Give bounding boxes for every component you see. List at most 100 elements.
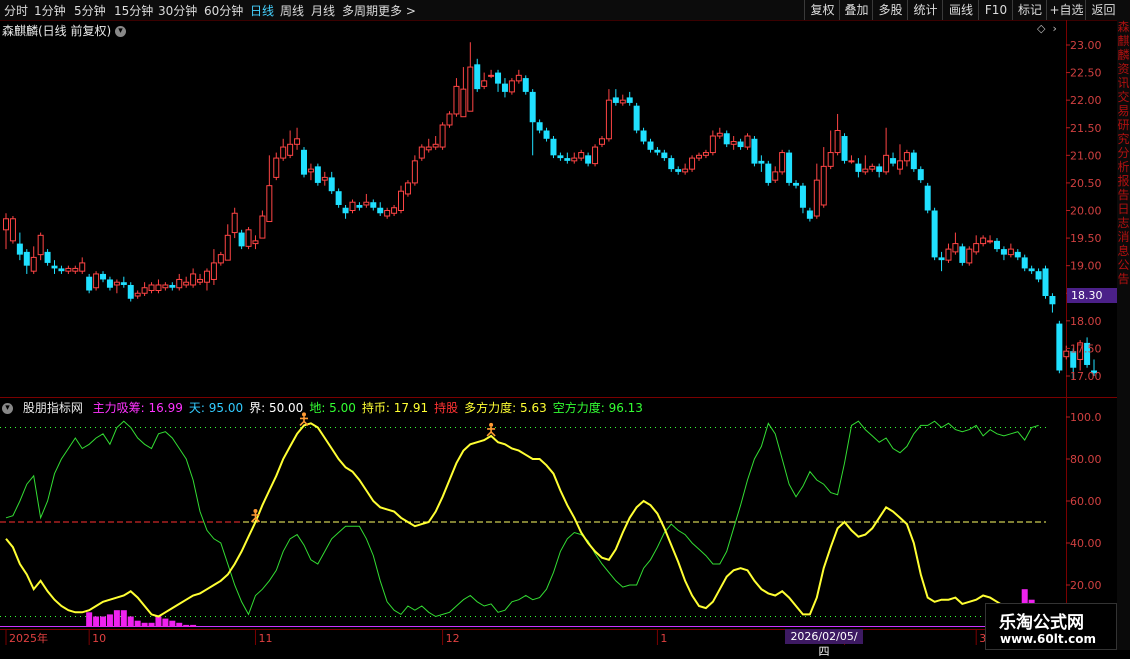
candle-body bbox=[820, 165, 827, 206]
candle-body bbox=[876, 166, 883, 172]
candle-body bbox=[100, 273, 107, 280]
signal-marker-icon bbox=[486, 422, 496, 437]
candle-body bbox=[58, 268, 65, 272]
price-panel-title[interactable]: 森麒麟(日线 前复权) ▾ bbox=[2, 22, 127, 39]
dropdown-icon[interactable]: ▾ bbox=[115, 26, 127, 37]
candle-body bbox=[141, 287, 148, 294]
candle bbox=[3, 213, 9, 250]
volume-bar bbox=[190, 624, 197, 627]
candle bbox=[820, 147, 827, 208]
candle bbox=[37, 232, 44, 261]
indicator-name[interactable]: 股朋指标网 bbox=[23, 401, 83, 415]
candle-body bbox=[1049, 296, 1056, 305]
candle-body bbox=[217, 254, 224, 264]
candle bbox=[23, 249, 30, 274]
indicator-value-6: 多方力度: 5.63 bbox=[464, 401, 547, 415]
candle bbox=[1028, 265, 1035, 274]
candle bbox=[945, 243, 952, 263]
volume-bar bbox=[169, 620, 176, 627]
candle-body bbox=[890, 158, 897, 164]
candle bbox=[640, 127, 647, 145]
candle bbox=[266, 155, 273, 223]
side-tab-6[interactable]: 易 bbox=[1117, 104, 1130, 118]
price-tick-label: 20.50 bbox=[1070, 177, 1102, 190]
candle bbox=[93, 271, 100, 291]
volume-bar bbox=[148, 622, 155, 627]
side-tab-18[interactable]: 告 bbox=[1117, 272, 1130, 286]
date-label: 12 bbox=[446, 632, 460, 645]
side-tab-3[interactable]: 资 bbox=[1117, 62, 1130, 76]
price-tick-label: 22.00 bbox=[1070, 94, 1102, 107]
diamond-icon[interactable]: ◇ bbox=[1037, 22, 1045, 35]
ind-tick-label: 80.00 bbox=[1070, 453, 1102, 466]
candle bbox=[51, 260, 58, 274]
candle bbox=[661, 149, 668, 161]
indicator-value-1: 天: 95.00 bbox=[188, 401, 244, 415]
panel-corner-controls[interactable]: ◇ › bbox=[1037, 22, 1057, 35]
candle bbox=[86, 273, 93, 294]
side-tab-8[interactable]: 究 bbox=[1117, 132, 1130, 146]
candle bbox=[508, 78, 515, 95]
side-tab-11[interactable]: 报 bbox=[1117, 174, 1130, 188]
candle-body bbox=[370, 202, 377, 208]
candle-body bbox=[411, 160, 418, 184]
candle-body bbox=[737, 141, 744, 148]
candle-body bbox=[696, 154, 702, 159]
candle bbox=[910, 149, 917, 172]
side-tab-17[interactable]: 公 bbox=[1117, 258, 1130, 272]
axes: 23.00 22.50 22.00 21.50 21.00 20.50 20.00 19.50… bbox=[5, 39, 1102, 645]
candle bbox=[786, 149, 793, 186]
candle bbox=[647, 138, 654, 153]
candle-body bbox=[862, 168, 869, 173]
side-tab-15[interactable]: 消 bbox=[1117, 230, 1130, 244]
candle-body bbox=[384, 210, 391, 217]
candle-body bbox=[356, 204, 363, 208]
side-tab-0[interactable]: 森 bbox=[1117, 20, 1130, 34]
candle bbox=[709, 130, 716, 156]
candle bbox=[79, 257, 86, 274]
side-tab-13[interactable]: 日 bbox=[1117, 202, 1130, 216]
candle-body bbox=[23, 251, 30, 266]
side-tab-7[interactable]: 研 bbox=[1117, 118, 1130, 132]
candle-body bbox=[980, 237, 987, 245]
side-tab-14[interactable]: 志 bbox=[1117, 216, 1130, 230]
candle bbox=[321, 171, 328, 186]
side-tab-12[interactable]: 告 bbox=[1117, 188, 1130, 202]
candle bbox=[44, 249, 51, 266]
chevron-right-icon[interactable]: › bbox=[1052, 22, 1056, 35]
candle bbox=[855, 158, 862, 178]
candle-body bbox=[432, 143, 439, 148]
indicator-value-2: 界: 50.00 bbox=[249, 401, 304, 415]
side-tab-4[interactable]: 讯 bbox=[1117, 76, 1130, 90]
candle bbox=[765, 160, 772, 186]
ind-tick-label: 40.00 bbox=[1070, 537, 1102, 550]
side-tab-16[interactable]: 息 bbox=[1117, 244, 1130, 258]
candle bbox=[9, 216, 16, 244]
dropdown-icon[interactable]: ▾ bbox=[2, 403, 13, 414]
price-tick-label: 20.00 bbox=[1070, 205, 1102, 218]
candle-body bbox=[827, 152, 834, 167]
side-tab-2[interactable]: 麟 bbox=[1117, 48, 1130, 62]
candle-body bbox=[162, 284, 169, 289]
volume-bar bbox=[162, 618, 169, 627]
yellow-line bbox=[5, 422, 1040, 620]
right-side-panel[interactable]: 森麒麟资讯交易研究分析报告日志消息公告 bbox=[1117, 20, 1130, 650]
candle bbox=[377, 202, 384, 217]
candle bbox=[169, 282, 176, 291]
side-tab-9[interactable]: 分 bbox=[1117, 146, 1130, 160]
volume-bar bbox=[100, 616, 107, 627]
side-tab-5[interactable]: 交 bbox=[1117, 90, 1130, 104]
candle-body bbox=[224, 234, 231, 261]
side-tab-1[interactable]: 麒 bbox=[1117, 34, 1130, 48]
candle bbox=[134, 290, 141, 299]
candle bbox=[675, 166, 682, 175]
candle-body bbox=[903, 152, 910, 162]
candle-body bbox=[959, 246, 966, 263]
candle bbox=[564, 152, 571, 164]
ind-tick-label: 60.00 bbox=[1070, 495, 1102, 508]
candle-body bbox=[37, 234, 44, 256]
candle bbox=[924, 182, 931, 214]
side-tab-10[interactable]: 析 bbox=[1117, 160, 1130, 174]
candle-body bbox=[931, 210, 938, 258]
candle bbox=[425, 138, 432, 153]
